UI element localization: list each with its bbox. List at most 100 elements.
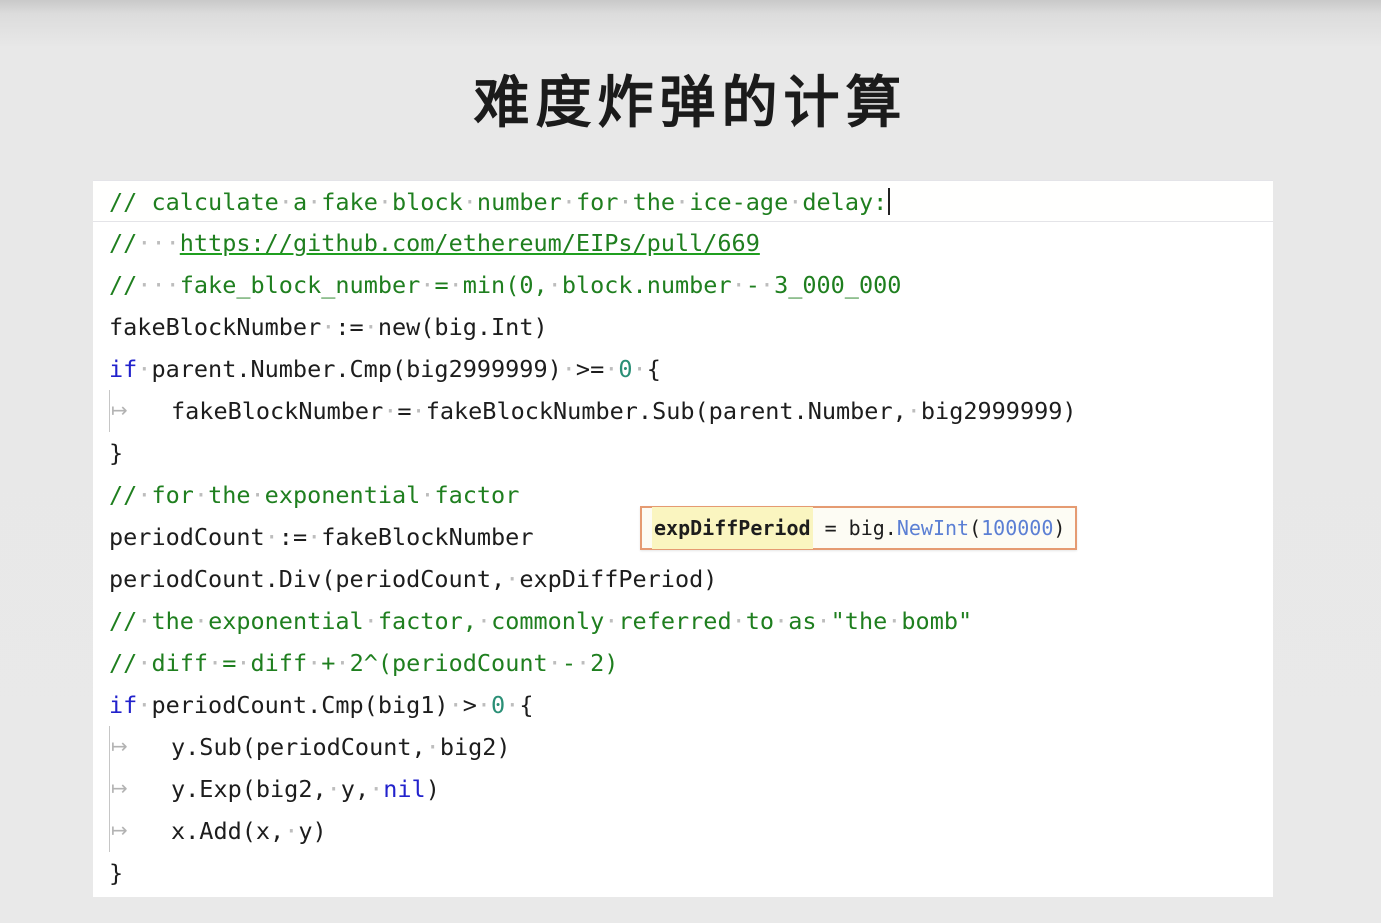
- code-line[interactable]: // calculate·a·fake·block·number·for·the…: [93, 180, 1273, 222]
- code-token-cmt: number: [476, 188, 562, 216]
- code-token-dot: ·: [363, 313, 378, 341]
- code-token-cmt: =: [222, 649, 237, 677]
- code-token-dot: ·: [208, 649, 223, 677]
- code-token-plain: periodCount.Div(periodCount,: [109, 565, 506, 593]
- code-token-dot: ·: [604, 607, 619, 635]
- code-token-dot: ·: [816, 607, 831, 635]
- code-token-dot: ·: [307, 188, 322, 216]
- code-token-dot: ·: [420, 271, 435, 299]
- code-token-cmt: for: [151, 481, 194, 509]
- code-token-dot: ·: [321, 313, 336, 341]
- tooltip-method: NewInt: [896, 516, 970, 540]
- code-token-dot: ·: [137, 691, 152, 719]
- code-line[interactable]: ↦ x.Add(x,·y): [93, 810, 1273, 852]
- code-token-dot: ·: [137, 271, 152, 299]
- tooltip-close-paren: ): [1053, 516, 1066, 540]
- code-line-text: fakeBlockNumber·=·fakeBlockNumber.Sub(pa…: [109, 390, 1077, 432]
- code-token-cmt: diff: [151, 649, 209, 677]
- code-token-kw: if: [109, 355, 138, 383]
- symbol-hover-tooltip: expDiffPeriod = big. NewInt(100000): [640, 506, 1078, 550]
- code-line[interactable]: //···https://github.com/ethereum/EIPs/pu…: [93, 222, 1273, 264]
- code-line[interactable]: ↦ y.Exp(big2,·y,·nil): [93, 768, 1273, 810]
- code-token-dot: ·: [774, 607, 789, 635]
- code-token-num0: 0: [618, 355, 633, 383]
- code-token-cmt: 3_000_000: [774, 271, 902, 299]
- code-token-plain: y,: [340, 775, 370, 803]
- tooltip-package: big.: [848, 516, 897, 540]
- code-token-dot: ·: [264, 523, 279, 551]
- code-token-dot: ·: [236, 649, 251, 677]
- code-token-plain: >=: [575, 355, 605, 383]
- code-token-dot: ·: [151, 271, 166, 299]
- code-token-dot: ·: [575, 649, 591, 677]
- code-line-text: y.Sub(periodCount,·big2): [109, 726, 511, 768]
- code-token-plain: >: [462, 691, 477, 719]
- code-token-dot: ·: [326, 775, 341, 803]
- code-line-text: }: [109, 439, 123, 467]
- code-line[interactable]: fakeBlockNumber·:=·new(big.Int): [93, 306, 1273, 348]
- code-token-dot: ·: [284, 817, 299, 845]
- code-token-cmt: +: [321, 649, 336, 677]
- code-line-text: x.Add(x,·y): [109, 810, 327, 852]
- code-token-dot: ·: [604, 355, 619, 383]
- code-line[interactable]: if·parent.Number.Cmp(big2999999)·>=·0·{: [93, 348, 1273, 390]
- code-token-cmt: min(0,: [462, 271, 548, 299]
- code-line[interactable]: ↦ y.Sub(periodCount,·big2): [93, 726, 1273, 768]
- code-token-dot: ·: [193, 607, 209, 635]
- code-line[interactable]: periodCount.Div(periodCount,·expDiffPeri…: [93, 558, 1273, 600]
- code-token-plain: new(big.Int): [377, 313, 548, 341]
- code-token-cmt: bomb": [901, 607, 973, 635]
- tooltip-value: 100000: [981, 516, 1054, 540]
- code-line[interactable]: }: [93, 432, 1273, 474]
- code-line[interactable]: ↦ fakeBlockNumber·=·fakeBlockNumber.Sub(p…: [93, 390, 1273, 432]
- code-token-dot: ·: [906, 397, 921, 425]
- code-token-plain: fakeBlockNumber: [171, 397, 384, 425]
- code-token-cmt: 2^(periodCount: [349, 649, 548, 677]
- code-token-dot: ·: [151, 229, 166, 257]
- code-token-cmt: -: [745, 271, 760, 299]
- code-token-plain: fakeBlockNumber: [321, 523, 534, 551]
- indent-guide: [109, 810, 110, 852]
- code-token-cmt: to: [745, 607, 775, 635]
- code-token-cmt: "the: [830, 607, 888, 635]
- code-token-dot: ·: [632, 355, 647, 383]
- code-token-cmt: a: [292, 188, 308, 216]
- code-line[interactable]: //·diff·=·diff·+·2^(periodCount·-·2): [93, 642, 1273, 684]
- code-token-cmt: -: [561, 649, 576, 677]
- code-line[interactable]: }: [93, 852, 1273, 894]
- code-token-plain: }: [109, 439, 124, 467]
- code-token-cmt: as: [788, 607, 817, 635]
- code-token-dot: ·: [618, 188, 633, 216]
- code-token-plain: big2999999): [920, 397, 1077, 425]
- tooltip-equals: =: [812, 516, 849, 540]
- code-line-text: if·periodCount.Cmp(big1)·>·0·{: [109, 691, 534, 719]
- code-token-plain: :=: [335, 313, 364, 341]
- code-token-kw: if: [109, 691, 138, 719]
- code-token-dot: ·: [193, 481, 209, 509]
- code-token-dot: ·: [137, 649, 152, 677]
- code-token-num0: 0: [491, 691, 506, 719]
- code-token-dot: ·: [547, 271, 562, 299]
- tab-arrow-icon: ↦: [111, 398, 128, 422]
- code-token-plain: parent.Number.Cmp(big2999999): [151, 355, 562, 383]
- code-line-text: }: [109, 859, 123, 887]
- code-token-cmt: exponential: [264, 481, 421, 509]
- code-token-plain: y.Exp(big2,: [171, 775, 327, 803]
- code-token-dot: ·: [759, 271, 775, 299]
- code-token-plain: periodCount: [109, 523, 265, 551]
- code-token-dot: ·: [462, 188, 477, 216]
- code-token-dot: ·: [335, 649, 350, 677]
- code-token-dot: ·: [307, 523, 322, 551]
- code-line[interactable]: //···fake_block_number·=·min(0,·block.nu…: [93, 264, 1273, 306]
- text-caret: [888, 188, 891, 215]
- indent-guide: [109, 726, 110, 768]
- code-token-plain: x.Add(x,: [171, 817, 285, 845]
- indent-guide: [109, 390, 110, 432]
- code-line[interactable]: if·periodCount.Cmp(big1)·>·0·{: [93, 684, 1273, 726]
- code-line[interactable]: //·the·exponential·factor,·commonly·refe…: [93, 600, 1273, 642]
- code-token-cmt-url[interactable]: https://github.com/ethereum/EIPs/pull/66…: [180, 229, 760, 257]
- code-token-plain: {: [519, 691, 534, 719]
- code-token-cmt: //: [109, 649, 138, 677]
- code-token-cmt: exponential: [208, 607, 364, 635]
- code-token-plain: ): [425, 775, 440, 803]
